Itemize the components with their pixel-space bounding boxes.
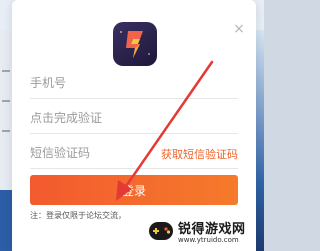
- watermark: 锐得游戏网 www.ytruido.com: [148, 212, 264, 251]
- background-page-controls: [0, 60, 12, 140]
- background-banner: [0, 190, 12, 251]
- phone-field: [30, 68, 238, 99]
- phone-input[interactable]: [30, 68, 238, 98]
- login-button[interactable]: 登录: [30, 175, 238, 205]
- login-note: 注：登录仅限于论坛交流，: [30, 211, 126, 220]
- watermark-url: www.ytruido.com: [178, 236, 239, 244]
- watermark-title: 锐得游戏网: [178, 222, 246, 237]
- captcha-field: [30, 103, 238, 134]
- sms-code-input[interactable]: [30, 138, 170, 168]
- app-logo: [113, 22, 157, 66]
- gamepad-logo-icon: [149, 222, 173, 240]
- close-icon[interactable]: ×: [232, 22, 246, 36]
- sms-code-field: 获取短信验证码: [30, 138, 238, 169]
- get-sms-code-link[interactable]: 获取短信验证码: [161, 146, 238, 162]
- captcha-input[interactable]: [30, 103, 238, 133]
- lightning-logo-icon: [120, 31, 150, 58]
